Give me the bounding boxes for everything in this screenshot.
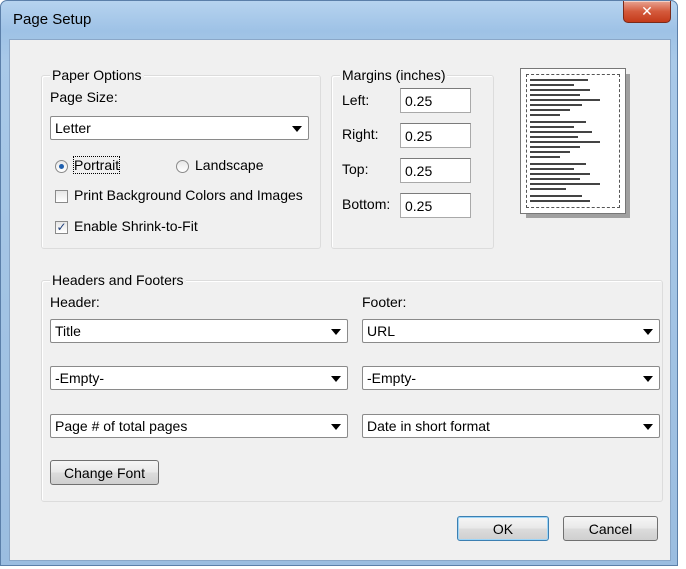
page-size-value: Letter <box>55 120 91 136</box>
top-margin-label: Top: <box>342 161 369 177</box>
left-margin-input[interactable] <box>400 88 471 113</box>
page-size-select[interactable]: Letter <box>50 116 309 140</box>
header-select-2[interactable]: -Empty- <box>50 366 348 390</box>
chevron-down-icon <box>292 126 302 132</box>
footer-select-2-value: -Empty- <box>367 370 416 386</box>
preview-line <box>530 114 560 116</box>
title-bar[interactable]: Page Setup ✕ <box>1 1 677 39</box>
footer-select-3[interactable]: Date in short format <box>362 414 660 438</box>
print-background-checkbox[interactable] <box>55 190 68 203</box>
margins-legend: Margins (inches) <box>340 67 448 83</box>
preview-line <box>530 126 574 128</box>
header-select-3[interactable]: Page # of total pages <box>50 414 348 438</box>
preview-line <box>530 151 570 153</box>
paper-options-legend: Paper Options <box>50 67 144 83</box>
header-select-1[interactable]: Title <box>50 319 348 343</box>
preview-line <box>530 146 580 148</box>
checkmark-icon: ✓ <box>56 220 67 234</box>
footer-label: Footer: <box>362 294 407 310</box>
preview-line <box>530 141 600 143</box>
preview-line <box>530 195 582 197</box>
bottom-margin-label: Bottom: <box>342 196 391 212</box>
header-label: Header: <box>50 294 100 310</box>
preview-line <box>530 136 578 138</box>
close-button[interactable]: ✕ <box>623 1 671 23</box>
close-icon: ✕ <box>641 3 653 20</box>
portrait-radio[interactable] <box>55 160 68 173</box>
preview-line <box>530 84 574 86</box>
preview-line <box>530 104 582 106</box>
landscape-label[interactable]: Landscape <box>195 157 264 173</box>
page-size-label: Page Size: <box>50 89 118 105</box>
left-margin-label: Left: <box>342 92 370 108</box>
landscape-radio[interactable] <box>176 160 189 173</box>
footer-select-3-value: Date in short format <box>367 418 490 434</box>
preview-line <box>530 109 570 111</box>
page-setup-dialog: Page Setup ✕ Paper Options Page Size: Le… <box>0 0 678 566</box>
preview-line <box>530 121 586 123</box>
header-select-3-value: Page # of total pages <box>55 418 188 434</box>
print-background-label[interactable]: Print Background Colors and Images <box>74 187 303 203</box>
preview-line <box>530 99 600 101</box>
header-select-1-value: Title <box>55 323 81 339</box>
window-title: Page Setup <box>13 11 92 28</box>
right-margin-input[interactable] <box>400 123 471 148</box>
page-preview <box>520 68 632 220</box>
preview-line <box>530 94 580 96</box>
footer-select-2[interactable]: -Empty- <box>362 366 660 390</box>
footer-select-1-value: URL <box>367 323 396 339</box>
footer-select-1[interactable]: URL <box>362 319 660 343</box>
bottom-margin-input[interactable] <box>400 193 471 218</box>
chevron-down-icon <box>331 329 341 335</box>
top-margin-input[interactable] <box>400 158 471 183</box>
headers-footers-legend: Headers and Footers <box>50 272 186 288</box>
dialog-client-area: Paper Options Page Size: Letter Portrait… <box>9 39 671 561</box>
ok-button[interactable]: OK <box>457 516 549 541</box>
chevron-down-icon <box>643 376 653 382</box>
shrink-to-fit-checkbox[interactable]: ✓ <box>55 221 68 234</box>
chevron-down-icon <box>643 329 653 335</box>
preview-margin-guide <box>526 74 620 208</box>
preview-line <box>530 156 560 158</box>
preview-line <box>530 163 586 165</box>
preview-line <box>530 188 566 190</box>
preview-line <box>530 79 588 81</box>
preview-line <box>530 200 590 202</box>
cancel-button[interactable]: Cancel <box>563 516 658 541</box>
portrait-label[interactable]: Portrait <box>72 156 121 174</box>
change-font-button[interactable]: Change Font <box>50 460 159 485</box>
right-margin-label: Right: <box>342 126 379 142</box>
preview-line <box>530 178 580 180</box>
preview-line <box>530 89 590 91</box>
preview-line <box>530 173 590 175</box>
chevron-down-icon <box>331 376 341 382</box>
chevron-down-icon <box>331 424 341 430</box>
chevron-down-icon <box>643 424 653 430</box>
header-select-2-value: -Empty- <box>55 370 104 386</box>
preview-line <box>530 183 600 185</box>
preview-line <box>530 168 574 170</box>
preview-line <box>530 131 592 133</box>
preview-sheet <box>520 68 626 214</box>
shrink-to-fit-label[interactable]: Enable Shrink-to-Fit <box>74 218 198 234</box>
